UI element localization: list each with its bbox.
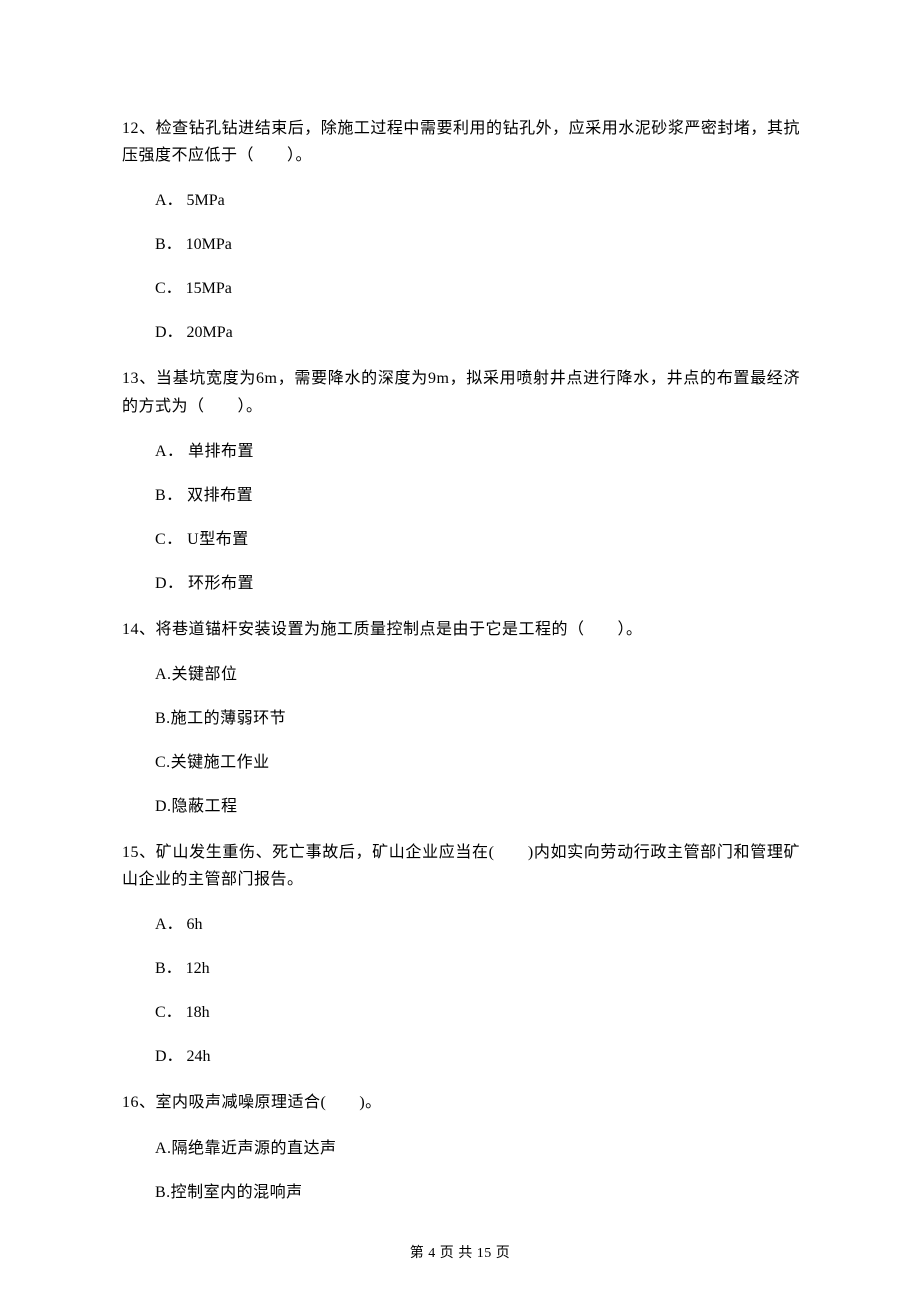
options-list: A.关键部位 B.施工的薄弱环节 C.关键施工作业 D.隐蔽工程: [122, 663, 800, 819]
option-d: D.隐蔽工程: [155, 795, 800, 819]
option-b: B.控制室内的混响声: [155, 1181, 800, 1205]
option-a: A． 6h: [155, 913, 800, 937]
options-list: A． 单排布置 B． 双排布置 C． U型布置 D． 环形布置: [122, 440, 800, 596]
question-15: 15、矿山发生重伤、死亡事故后，矿山企业应当在( )内如实向劳动行政主管部门和管…: [122, 839, 800, 1069]
question-13: 13、当基坑宽度为6m，需要降水的深度为9m，拟采用喷射井点进行降水，井点的布置…: [122, 365, 800, 595]
question-number: 14、: [122, 621, 156, 638]
option-b: B． 双排布置: [155, 484, 800, 508]
question-14: 14、将巷道锚杆安装设置为施工质量控制点是由于它是工程的（ ）。 A.关键部位 …: [122, 616, 800, 819]
options-list: A.隔绝靠近声源的直达声 B.控制室内的混响声: [122, 1137, 800, 1205]
question-stem: 检查钻孔钻进结束后，除施工过程中需要利用的钻孔外，应采用水泥砂浆严密封堵，其抗压…: [122, 120, 800, 164]
option-d: D． 20MPa: [155, 321, 800, 345]
question-number: 12、: [122, 120, 156, 137]
option-b: B． 10MPa: [155, 233, 800, 257]
question-text: 14、将巷道锚杆安装设置为施工质量控制点是由于它是工程的（ ）。: [122, 616, 800, 643]
option-d: D． 环形布置: [155, 572, 800, 596]
question-stem: 将巷道锚杆安装设置为施工质量控制点是由于它是工程的（ ）。: [156, 621, 643, 638]
page-footer: 第 4 页 共 15 页: [0, 1243, 920, 1264]
option-b: B． 12h: [155, 957, 800, 981]
option-b: B.施工的薄弱环节: [155, 707, 800, 731]
option-c: C． 15MPa: [155, 277, 800, 301]
option-a: A． 5MPa: [155, 189, 800, 213]
option-c: C.关键施工作业: [155, 751, 800, 775]
options-list: A． 6h B． 12h C． 18h D． 24h: [122, 913, 800, 1069]
question-number: 16、: [122, 1094, 156, 1111]
option-c: C． 18h: [155, 1001, 800, 1025]
question-12: 12、检查钻孔钻进结束后，除施工过程中需要利用的钻孔外，应采用水泥砂浆严密封堵，…: [122, 115, 800, 345]
question-stem: 室内吸声减噪原理适合( )。: [156, 1094, 382, 1111]
question-text: 13、当基坑宽度为6m，需要降水的深度为9m，拟采用喷射井点进行降水，井点的布置…: [122, 365, 800, 419]
option-c: C． U型布置: [155, 528, 800, 552]
question-text: 15、矿山发生重伤、死亡事故后，矿山企业应当在( )内如实向劳动行政主管部门和管…: [122, 839, 800, 893]
options-list: A． 5MPa B． 10MPa C． 15MPa D． 20MPa: [122, 189, 800, 345]
question-number: 15、: [122, 844, 156, 861]
option-a: A.隔绝靠近声源的直达声: [155, 1137, 800, 1161]
question-stem: 当基坑宽度为6m，需要降水的深度为9m，拟采用喷射井点进行降水，井点的布置最经济…: [122, 370, 800, 414]
option-a: A． 单排布置: [155, 440, 800, 464]
page-content: 12、检查钻孔钻进结束后，除施工过程中需要利用的钻孔外，应采用水泥砂浆严密封堵，…: [0, 0, 920, 1205]
option-d: D． 24h: [155, 1045, 800, 1069]
question-number: 13、: [122, 370, 156, 387]
option-a: A.关键部位: [155, 663, 800, 687]
question-16: 16、室内吸声减噪原理适合( )。 A.隔绝靠近声源的直达声 B.控制室内的混响…: [122, 1089, 800, 1204]
question-text: 16、室内吸声减噪原理适合( )。: [122, 1089, 800, 1116]
question-stem: 矿山发生重伤、死亡事故后，矿山企业应当在( )内如实向劳动行政主管部门和管理矿山…: [122, 844, 800, 888]
question-text: 12、检查钻孔钻进结束后，除施工过程中需要利用的钻孔外，应采用水泥砂浆严密封堵，…: [122, 115, 800, 169]
